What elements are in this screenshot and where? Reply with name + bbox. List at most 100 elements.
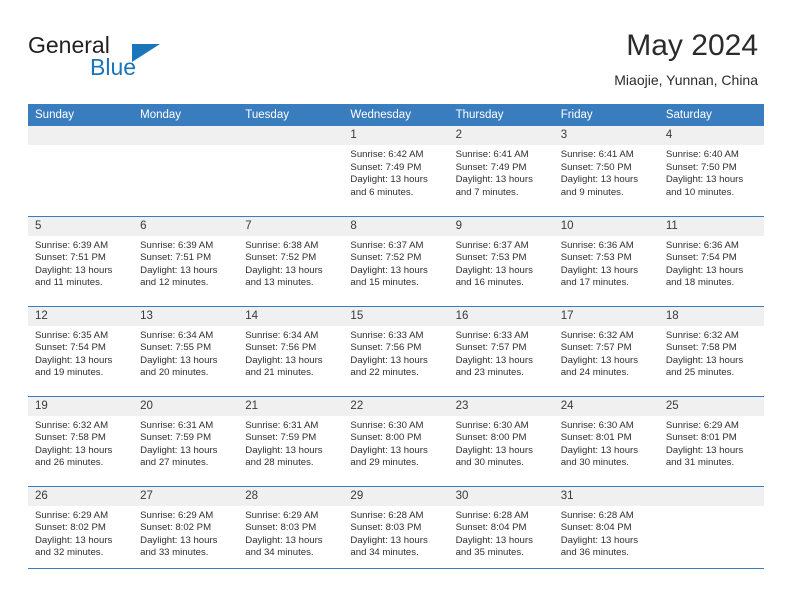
day-detail-daylight-line2: and 30 minutes.	[455, 457, 524, 469]
day-detail-daylight-line1: Daylight: 13 hours	[665, 354, 744, 366]
day-detail-sunrise: Sunrise: 6:41 AM	[455, 149, 529, 160]
calendar-day-cell[interactable]: 10 Sunrise: 6:36 AM Sunset: 7:53 PM Dayligh…	[553, 215, 659, 306]
calendar-day-cell[interactable]: 1 Sunrise: 6:42 AM Sunset: 7:49 PM Daylight…	[343, 126, 449, 216]
calendar-day-cell[interactable]: 4 Sunrise: 6:40 AM Sunset: 7:50 PM Daylight…	[658, 126, 764, 216]
calendar-day-cell[interactable]: 31 Sunrise: 6:28 AM Sunset: 8:04 PM Dayligh…	[553, 485, 659, 576]
calendar-day-cell[interactable]: 30 Sunrise: 6:28 AM Sunset: 8:04 PM Dayligh…	[448, 485, 554, 576]
day-detail-daylight-line2: and 10 minutes.	[665, 186, 735, 198]
brand-logo[interactable]: General Blue	[28, 32, 248, 92]
day-detail-daylight-line2: and 28 minutes.	[245, 457, 314, 469]
page-title: May 2024	[626, 29, 758, 62]
day-detail-sunset: Sunset: 7:51 PM	[35, 252, 106, 264]
calendar-bottom-divider	[28, 568, 764, 569]
calendar-day-cell[interactable]: 22 Sunrise: 6:30 AM Sunset: 8:00 PM Dayligh…	[343, 395, 449, 486]
day-detail-daylight-line1: Daylight: 13 hours	[140, 354, 218, 366]
calendar-day-cell[interactable]: 8 Sunrise: 6:37 AM Sunset: 7:52 PM Daylight…	[343, 215, 449, 306]
calendar-day-cell[interactable]: 29 Sunrise: 6:28 AM Sunset: 8:03 PM Dayligh…	[343, 485, 449, 576]
day-detail-daylight-line2: and 6 minutes.	[350, 186, 414, 198]
calendar-day-cell[interactable]: 25 Sunrise: 6:29 AM Sunset: 8:01 PM Dayligh…	[658, 395, 764, 486]
calendar-day-cell[interactable]: 15 Sunrise: 6:33 AM Sunset: 7:56 PM Dayligh…	[343, 305, 449, 396]
day-detail-sunrise: Sunrise: 6:33 AM	[455, 329, 529, 341]
day-detail-sunset: Sunset: 8:00 PM	[350, 432, 422, 444]
calendar-day-cell[interactable]: 11 Sunrise: 6:36 AM Sunset: 7:54 PM Dayligh…	[658, 215, 764, 306]
calendar-day-cell[interactable]: 24 Sunrise: 6:30 AM Sunset: 8:01 PM Dayligh…	[553, 395, 659, 486]
calendar-grid: Sunday Monday Tuesday Wednesday Thursday…	[28, 104, 764, 576]
day-detail-daylight-line1: Daylight: 13 hours	[140, 264, 218, 276]
location-subtitle: Miaojie, Yunnan, China	[614, 72, 758, 88]
day-details: Sunrise: 6:37 AM Sunset: 7:52 PM Daylight:…	[343, 236, 448, 290]
calendar-day-cell[interactable]: 16 Sunrise: 6:33 AM Sunset: 7:57 PM Dayligh…	[448, 305, 554, 396]
day-detail-sunrise: Sunrise: 6:35 AM	[35, 329, 109, 341]
calendar-day-cell[interactable]: 26 Sunrise: 6:29 AM Sunset: 8:02 PM Dayligh…	[28, 485, 134, 576]
day-details: Sunrise: 6:42 AM Sunset: 7:49 PM Daylight:…	[343, 145, 448, 199]
day-detail-sunset: Sunset: 7:56 PM	[245, 342, 317, 354]
calendar-day-cell[interactable]: 20 Sunrise: 6:31 AM Sunset: 7:59 PM Dayligh…	[133, 395, 239, 486]
day-detail-sunrise: Sunrise: 6:28 AM	[560, 509, 634, 521]
day-number: 5	[28, 216, 134, 236]
day-detail-sunrise: Sunrise: 6:31 AM	[245, 419, 319, 431]
day-detail-sunrise: Sunrise: 6:37 AM	[455, 239, 529, 251]
day-detail-daylight-line2: and 33 minutes.	[140, 547, 209, 559]
calendar-day-cell[interactable]: 18 Sunrise: 6:32 AM Sunset: 7:58 PM Dayligh…	[658, 305, 764, 396]
calendar-day-cell[interactable]: 21 Sunrise: 6:31 AM Sunset: 7:59 PM Dayligh…	[238, 395, 344, 486]
day-detail-daylight-line1: Daylight: 13 hours	[455, 174, 533, 186]
calendar-day-cell[interactable]: 12 Sunrise: 6:35 AM Sunset: 7:54 PM Dayligh…	[28, 305, 134, 396]
day-detail-sunset: Sunset: 7:59 PM	[140, 432, 212, 444]
calendar-day-cell[interactable]: 9 Sunrise: 6:37 AM Sunset: 7:53 PM Daylight…	[448, 215, 554, 306]
day-detail-sunrise: Sunrise: 6:29 AM	[140, 509, 214, 521]
day-number: 2	[448, 126, 554, 145]
day-detail-daylight-line2: and 16 minutes.	[455, 277, 524, 289]
day-details: Sunrise: 6:31 AM Sunset: 7:59 PM Daylight:…	[133, 416, 238, 470]
calendar-day-cell[interactable]: 23 Sunrise: 6:30 AM Sunset: 8:00 PM Dayligh…	[448, 395, 554, 486]
calendar-day-cell[interactable]: 3 Sunrise: 6:41 AM Sunset: 7:50 PM Daylight…	[553, 126, 659, 216]
day-detail-sunrise: Sunrise: 6:41 AM	[560, 149, 634, 160]
day-detail-sunrise: Sunrise: 6:32 AM	[665, 329, 739, 341]
day-detail-sunset: Sunset: 8:02 PM	[35, 522, 106, 534]
calendar-day-cell[interactable]: 6 Sunrise: 6:39 AM Sunset: 7:51 PM Daylight…	[133, 215, 239, 306]
day-detail-sunset: Sunset: 7:57 PM	[455, 342, 527, 354]
day-number	[133, 126, 239, 145]
day-detail-sunset: Sunset: 7:58 PM	[665, 342, 737, 354]
calendar-day-cell[interactable]: 17 Sunrise: 6:32 AM Sunset: 7:57 PM Dayligh…	[553, 305, 659, 396]
calendar-week-row: 5 Sunrise: 6:39 AM Sunset: 7:51 PM Daylight…	[28, 215, 764, 306]
day-detail-daylight-line2: and 19 minutes.	[35, 367, 104, 379]
day-detail-sunset: Sunset: 8:01 PM	[665, 432, 737, 444]
day-detail-sunset: Sunset: 7:58 PM	[35, 432, 106, 444]
day-detail-sunrise: Sunrise: 6:28 AM	[455, 509, 529, 521]
calendar-day-cell-empty	[28, 126, 134, 216]
day-details: Sunrise: 6:39 AM Sunset: 7:51 PM Daylight:…	[28, 236, 133, 290]
calendar-day-cell[interactable]: 7 Sunrise: 6:38 AM Sunset: 7:52 PM Daylight…	[238, 215, 344, 306]
day-detail-daylight-line1: Daylight: 13 hours	[665, 444, 744, 456]
day-detail-daylight-line2: and 30 minutes.	[560, 457, 629, 469]
day-details: Sunrise: 6:32 AM Sunset: 7:58 PM Daylight:…	[28, 416, 133, 470]
day-number: 6	[133, 216, 239, 236]
calendar-day-cell[interactable]: 13 Sunrise: 6:34 AM Sunset: 7:55 PM Dayligh…	[133, 305, 239, 396]
calendar-week-row: 26 Sunrise: 6:29 AM Sunset: 8:02 PM Dayligh…	[28, 485, 764, 576]
day-detail-sunset: Sunset: 7:59 PM	[245, 432, 317, 444]
day-number: 21	[238, 396, 344, 416]
calendar-day-cell-empty	[238, 126, 344, 216]
calendar-day-cell[interactable]: 14 Sunrise: 6:34 AM Sunset: 7:56 PM Dayligh…	[238, 305, 344, 396]
calendar-week-row: 19 Sunrise: 6:32 AM Sunset: 7:58 PM Dayligh…	[28, 395, 764, 486]
day-number: 16	[448, 306, 554, 326]
day-detail-daylight-line1: Daylight: 13 hours	[560, 174, 639, 186]
day-number: 28	[238, 486, 344, 506]
calendar-day-cell[interactable]: 5 Sunrise: 6:39 AM Sunset: 7:51 PM Daylight…	[28, 215, 134, 306]
day-number: 13	[133, 306, 239, 326]
day-detail-daylight-line2: and 22 minutes.	[350, 367, 419, 379]
day-detail-sunset: Sunset: 8:04 PM	[560, 522, 632, 534]
calendar-day-cell[interactable]: 19 Sunrise: 6:32 AM Sunset: 7:58 PM Dayligh…	[28, 395, 134, 486]
day-detail-sunrise: Sunrise: 6:42 AM	[350, 149, 424, 160]
day-detail-daylight-line1: Daylight: 13 hours	[455, 444, 533, 456]
calendar-day-cell[interactable]: 27 Sunrise: 6:29 AM Sunset: 8:02 PM Dayligh…	[133, 485, 239, 576]
calendar-day-cell[interactable]: 2 Sunrise: 6:41 AM Sunset: 7:49 PM Daylight…	[448, 126, 554, 216]
day-details: Sunrise: 6:28 AM Sunset: 8:04 PM Daylight:…	[554, 506, 659, 560]
day-detail-daylight-line2: and 12 minutes.	[140, 277, 209, 289]
calendar-day-cell-empty	[658, 485, 764, 576]
day-details: Sunrise: 6:30 AM Sunset: 8:00 PM Daylight:…	[343, 416, 448, 470]
day-detail-sunrise: Sunrise: 6:32 AM	[560, 329, 634, 341]
day-details: Sunrise: 6:28 AM Sunset: 8:03 PM Daylight:…	[343, 506, 448, 560]
calendar-day-cell[interactable]: 28 Sunrise: 6:29 AM Sunset: 8:03 PM Dayligh…	[238, 485, 344, 576]
day-detail-daylight-line1: Daylight: 13 hours	[350, 354, 428, 366]
day-detail-daylight-line2: and 35 minutes.	[455, 547, 524, 559]
